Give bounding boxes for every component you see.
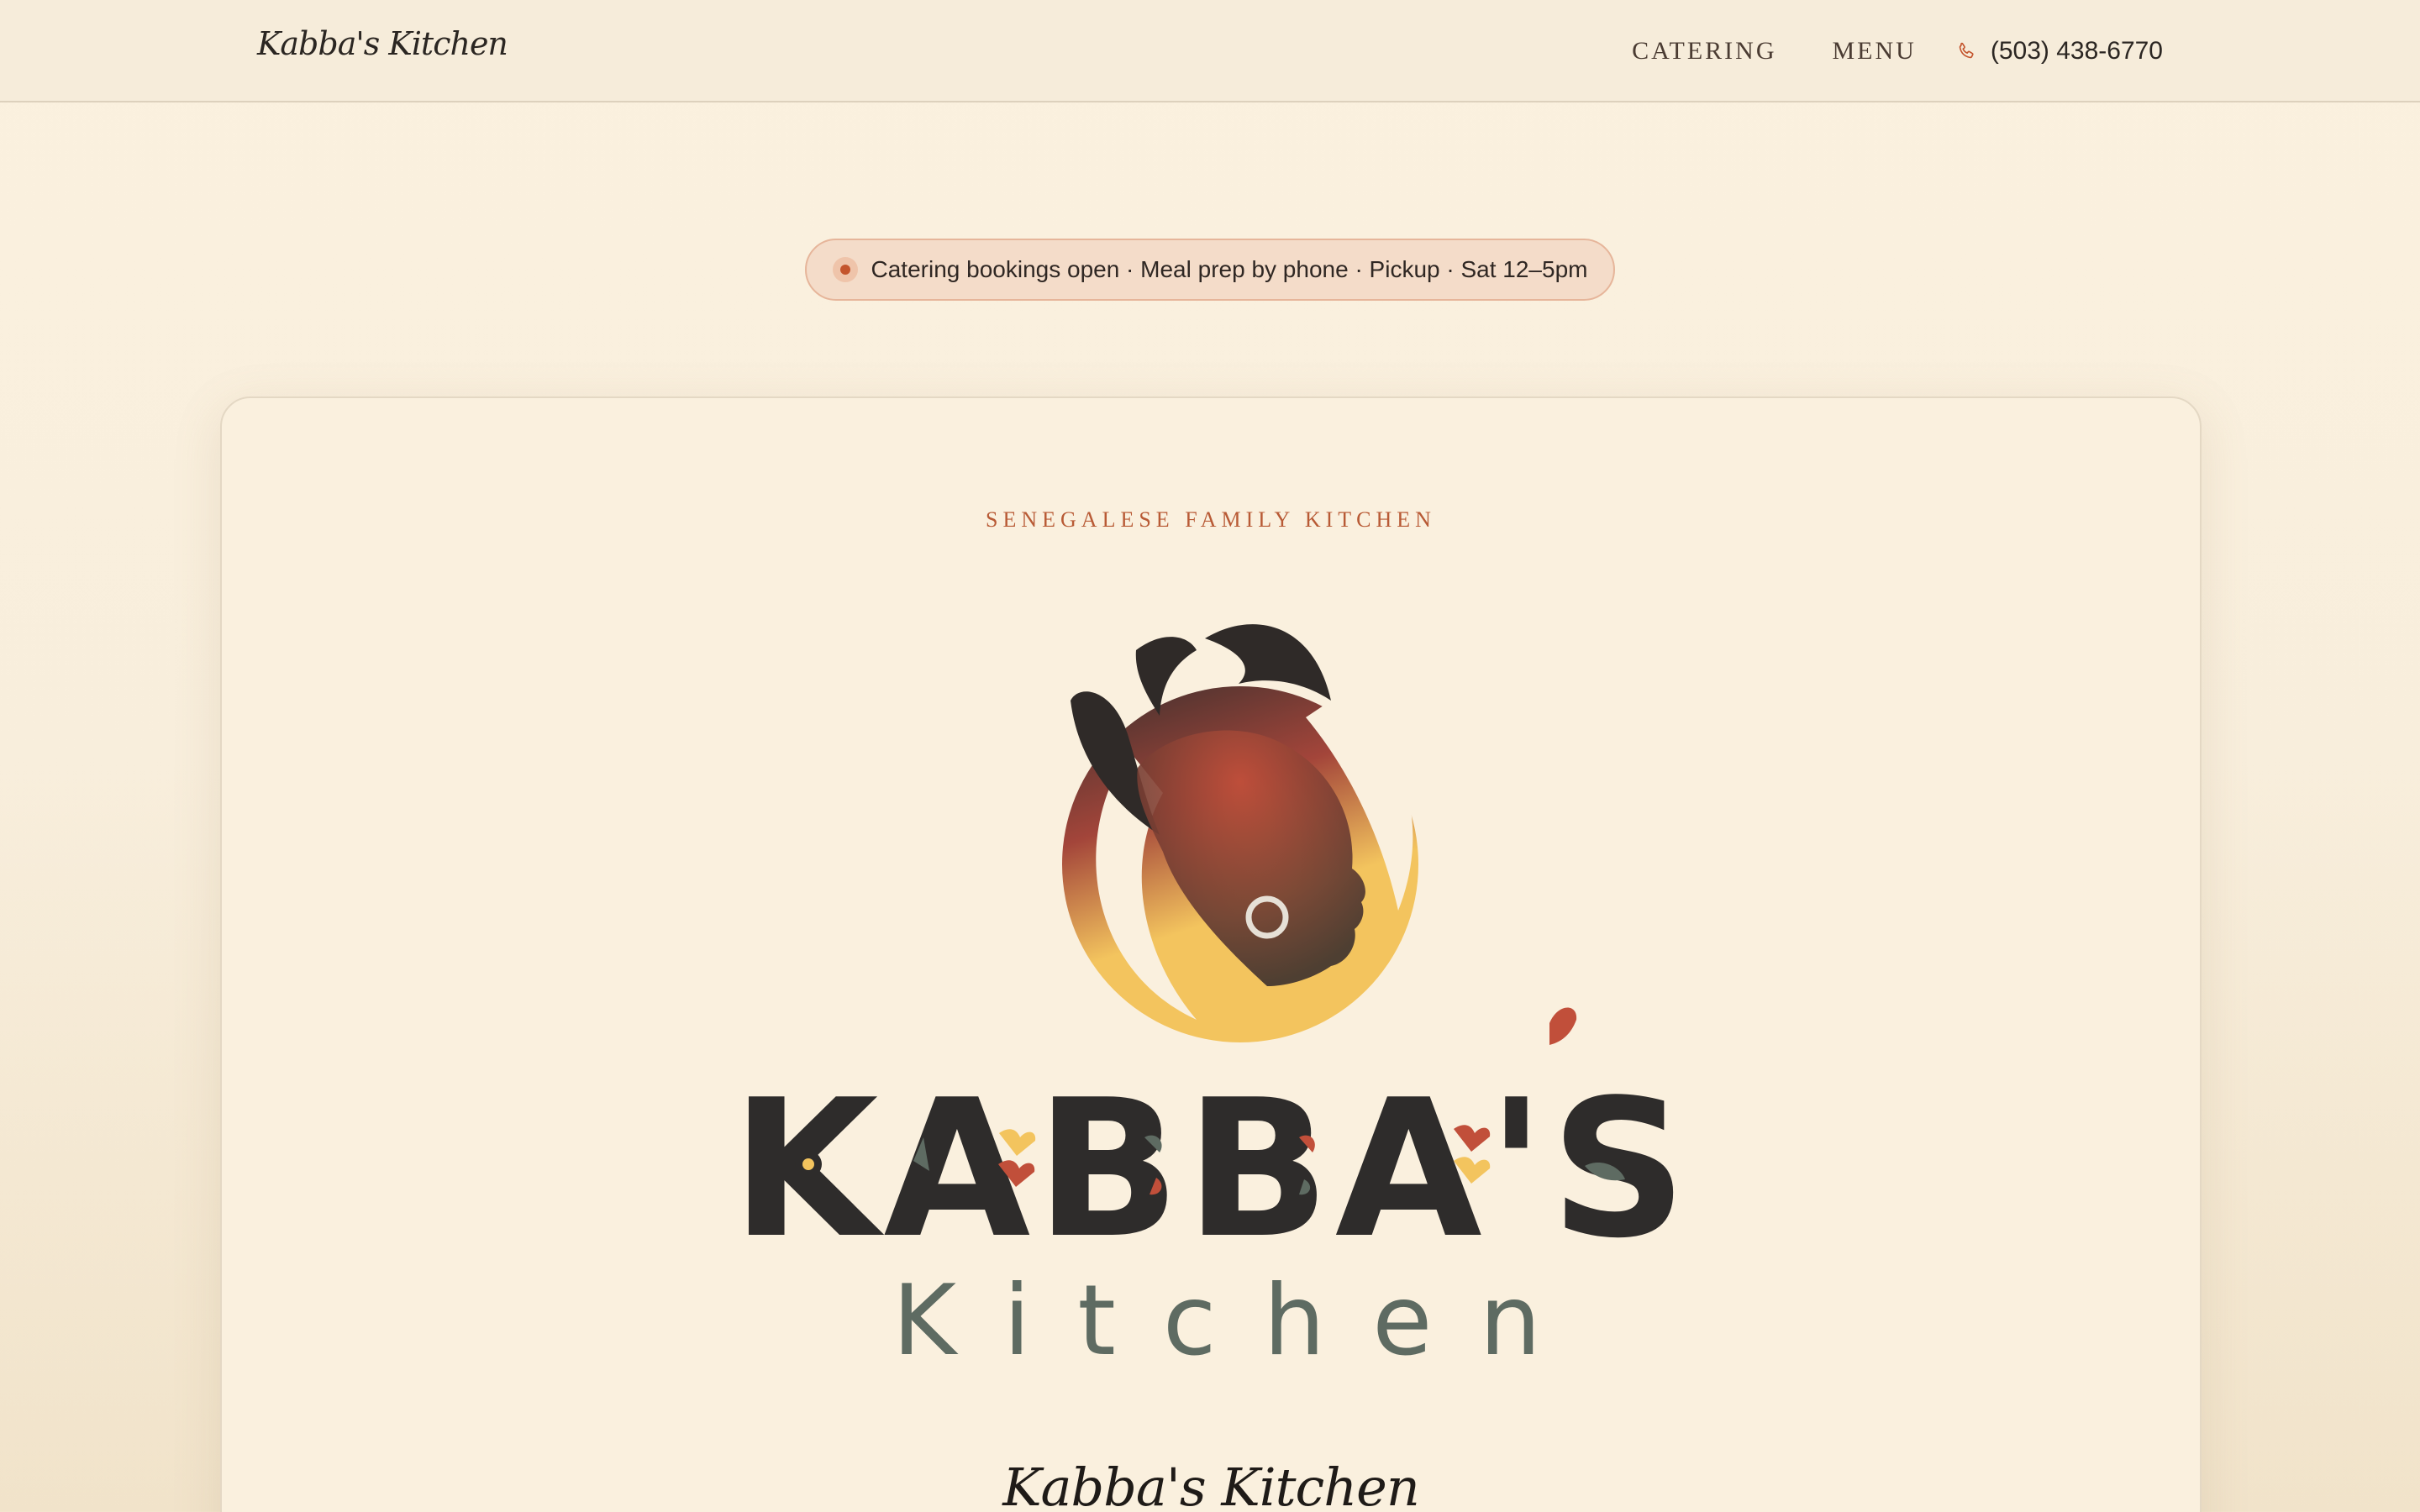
hero-card: SENEGALESE FAMILY KITCHEN KABBA'S Kitche…: [220, 396, 2202, 1512]
brand-logo[interactable]: Kabba's Kitchen: [257, 25, 508, 62]
status-dot-icon: [832, 257, 858, 282]
woman-emblem-icon: [1062, 624, 1418, 1042]
logo-wordmark-text: KABBA'S: [731, 1059, 1691, 1280]
main-nav: CATERING MENU (503) 438-6770: [1576, 0, 2163, 102]
phone-link[interactable]: (503) 438-6770: [1955, 37, 2163, 66]
nav-catering[interactable]: CATERING: [1632, 37, 1776, 66]
nav-menu[interactable]: MENU: [1833, 37, 1917, 66]
logo-subword-text: Kitchen: [892, 1264, 1588, 1378]
announcement-banner: Catering bookings open · Meal prep by ph…: [805, 239, 1615, 301]
site-header: Kabba's Kitchen CATERING MENU (503) 438-…: [0, 0, 2420, 102]
logo-wordmark: KABBA'S: [731, 1059, 1691, 1280]
kabbas-kitchen-logo: KABBA'S Kitchen: [731, 624, 1691, 1378]
announcement-text: Catering bookings open · Meal prep by ph…: [871, 256, 1588, 282]
phone-icon: [1959, 42, 1974, 59]
hero-script-title: Kabba's Kitchen: [1002, 1457, 1420, 1512]
phone-number: (503) 438-6770: [1990, 37, 2163, 65]
